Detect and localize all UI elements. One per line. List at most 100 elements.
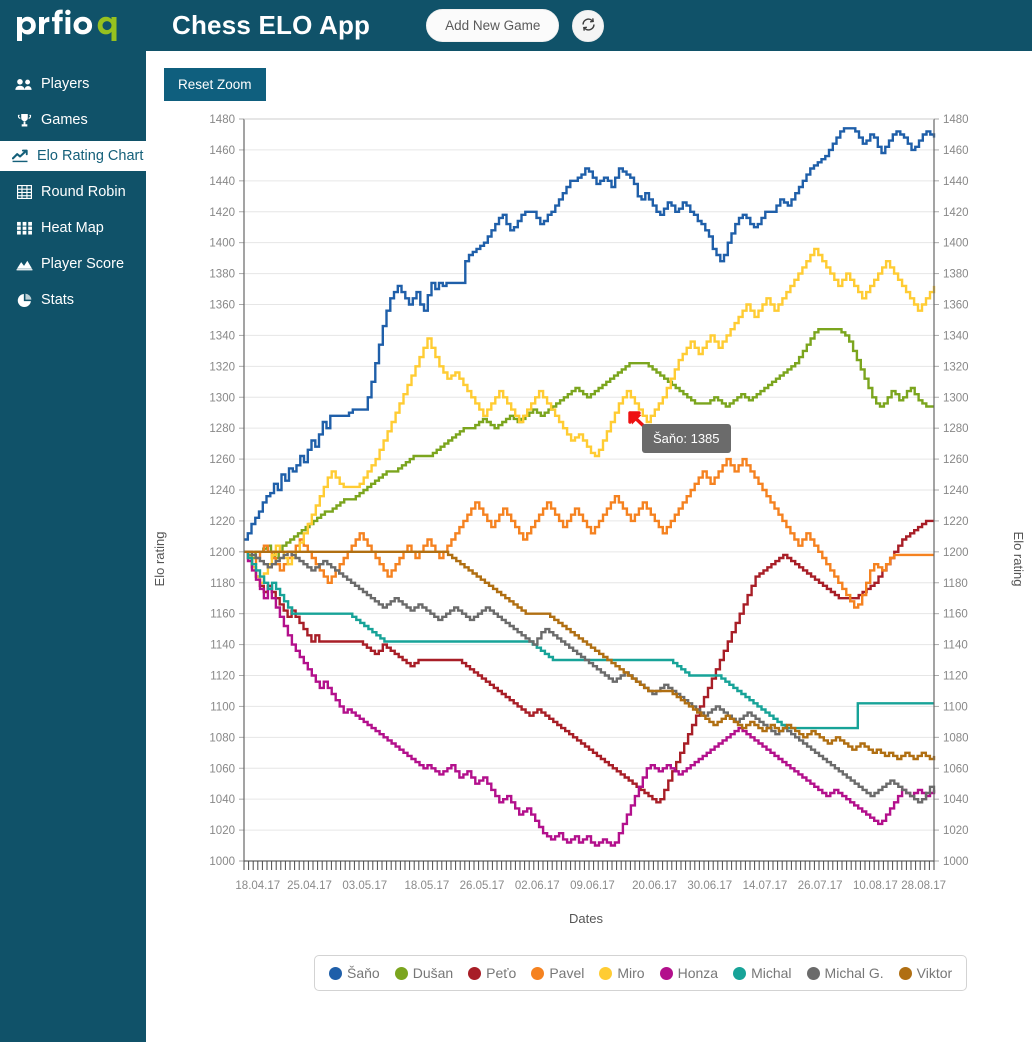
y-tick-label: 1180 bbox=[943, 578, 968, 590]
y-tick-label: 1140 bbox=[943, 640, 968, 652]
sidebar-item-games[interactable]: Games bbox=[0, 105, 146, 135]
legend-label: Miro bbox=[617, 965, 645, 981]
sidebar-item-label: Player Score bbox=[41, 256, 125, 272]
elo-rating-chart[interactable]: 1000 1000 1020 1020 1040 1040 1060 1060 1080 1080… bbox=[146, 111, 1032, 991]
sidebar-item-label: Round Robin bbox=[41, 184, 126, 200]
y-tick-label: 1060 bbox=[209, 763, 235, 775]
legend-label: Peťo bbox=[486, 965, 517, 981]
grid-icon bbox=[14, 220, 34, 236]
x-tick-label: 20.06.17 bbox=[632, 880, 677, 892]
x-tick-label: 14.07.17 bbox=[743, 880, 788, 892]
main-content: Reset Zoom 1000 1000 1020 1020 1040 1040 1060 1… bbox=[146, 51, 1032, 1042]
y-tick-label: 1000 bbox=[943, 856, 969, 868]
legend-label: Honza bbox=[677, 965, 719, 981]
y-tick-label: 1320 bbox=[209, 361, 235, 373]
y-tick-label: 1400 bbox=[209, 238, 235, 250]
y-tick-label: 1220 bbox=[209, 516, 235, 528]
legend-item-pe-o[interactable]: Peťo bbox=[468, 965, 516, 981]
x-tick-label: 26.05.17 bbox=[460, 880, 505, 892]
y-tick-label: 1080 bbox=[209, 732, 235, 744]
y-tick-label: 1420 bbox=[209, 207, 235, 219]
y-tick-label: 1180 bbox=[210, 578, 235, 590]
table-icon bbox=[14, 184, 34, 200]
y-tick-label: 1020 bbox=[209, 825, 235, 837]
sidebar-item-heat-map[interactable]: Heat Map bbox=[0, 213, 146, 243]
x-tick-label: 18.04.17 bbox=[235, 880, 280, 892]
y-tick-label: 1280 bbox=[943, 423, 969, 435]
y-tick-label: 1360 bbox=[209, 300, 235, 312]
sidebar-item-label: Stats bbox=[41, 292, 75, 308]
y-tick-label: 1160 bbox=[943, 609, 968, 621]
y-tick-label: 1260 bbox=[943, 454, 969, 466]
x-axis-title: Dates bbox=[569, 911, 603, 926]
legend-item-michal-g[interactable]: Michal G. bbox=[806, 965, 884, 981]
legend-color-dot bbox=[329, 966, 342, 980]
x-tick-label: 30.06.17 bbox=[687, 880, 732, 892]
sidebar-item-round-robin[interactable]: Round Robin bbox=[0, 177, 146, 207]
app-root: Chess ELO App Add New Game Players Games… bbox=[0, 0, 1032, 1042]
y-tick-label: 1040 bbox=[943, 794, 969, 806]
legend-color-dot bbox=[394, 966, 408, 980]
y-tick-label: 1240 bbox=[943, 485, 969, 497]
sidebar-item-player-score[interactable]: Player Score bbox=[0, 249, 146, 279]
legend-color-dot bbox=[599, 966, 613, 980]
legend-item-viktor[interactable]: Viktor bbox=[898, 965, 953, 981]
y-axis-title-left: Elo rating bbox=[152, 532, 167, 587]
refresh-icon bbox=[581, 17, 596, 35]
x-tick-label: 18.05.17 bbox=[404, 880, 449, 892]
refresh-button[interactable] bbox=[572, 9, 605, 42]
y-tick-label: 1420 bbox=[943, 207, 969, 219]
legend-label: Šaňo bbox=[347, 965, 380, 981]
y-tick-label: 1380 bbox=[209, 269, 235, 281]
y-tick-label: 1380 bbox=[943, 269, 969, 281]
legend-item-du-an[interactable]: Dušan bbox=[394, 965, 454, 981]
x-tick-label: 25.04.17 bbox=[287, 880, 332, 892]
y-axis-title-right: Elo rating bbox=[1011, 532, 1026, 587]
y-tick-label: 1200 bbox=[943, 547, 969, 559]
x-tick-label: 03.05.17 bbox=[342, 880, 387, 892]
y-tick-label: 1100 bbox=[943, 701, 968, 713]
y-tick-label: 1440 bbox=[209, 176, 235, 188]
line-chart-icon bbox=[10, 148, 30, 164]
y-tick-label: 1140 bbox=[210, 640, 235, 652]
pie-chart-icon bbox=[14, 292, 34, 308]
legend-label: Pavel bbox=[549, 965, 585, 981]
legend-item-pavel[interactable]: Pavel bbox=[531, 965, 584, 981]
sidebar-item-players[interactable]: Players bbox=[0, 69, 146, 99]
sidebar-item-label: Players bbox=[41, 76, 90, 92]
legend-label: Michal bbox=[751, 965, 792, 981]
x-tick-label: 02.06.17 bbox=[515, 880, 560, 892]
legend-item-michal[interactable]: Michal bbox=[733, 965, 792, 981]
legend-color-dot bbox=[531, 966, 545, 980]
trophy-icon bbox=[14, 112, 34, 128]
legend-item--a-o[interactable]: Šaňo bbox=[329, 965, 380, 981]
x-tick-label: 09.06.17 bbox=[570, 880, 615, 892]
y-tick-label: 1320 bbox=[943, 361, 969, 373]
add-new-game-button[interactable]: Add New Game bbox=[426, 9, 560, 42]
legend-label: Viktor bbox=[916, 965, 953, 981]
y-tick-label: 1460 bbox=[943, 145, 969, 157]
reset-zoom-button[interactable]: Reset Zoom bbox=[164, 68, 266, 101]
chart-legend[interactable]: Šaňo Dušan Peťo Pavel Miro Honza Michal Michal … bbox=[314, 955, 968, 991]
x-tick-label: 28.08.17 bbox=[901, 880, 946, 892]
x-tick-label: 10.08.17 bbox=[853, 880, 898, 892]
y-tick-label: 1260 bbox=[209, 454, 235, 466]
legend-color-dot bbox=[806, 966, 820, 980]
legend-color-dot bbox=[468, 966, 482, 980]
y-tick-label: 1160 bbox=[210, 609, 235, 621]
y-tick-label: 1120 bbox=[943, 671, 968, 683]
legend-label: Dušan bbox=[412, 965, 454, 981]
legend-item-honza[interactable]: Honza bbox=[659, 965, 719, 981]
y-tick-label: 1400 bbox=[943, 238, 969, 250]
y-tick-label: 1440 bbox=[943, 176, 969, 188]
y-tick-label: 1300 bbox=[209, 392, 235, 404]
y-tick-label: 1340 bbox=[209, 330, 235, 342]
legend-label: Michal G. bbox=[824, 965, 884, 981]
chart-canvas[interactable]: 1000 1000 1020 1020 1040 1040 1060 1060 1080 1080… bbox=[146, 111, 1032, 991]
legend-item-miro[interactable]: Miro bbox=[599, 965, 645, 981]
sidebar-item-label: Heat Map bbox=[41, 220, 104, 236]
y-tick-label: 1200 bbox=[209, 547, 235, 559]
y-tick-label: 1020 bbox=[943, 825, 969, 837]
sidebar-item-stats[interactable]: Stats bbox=[0, 285, 146, 315]
sidebar-item-elo-rating-chart[interactable]: Elo Rating Chart bbox=[0, 141, 146, 171]
